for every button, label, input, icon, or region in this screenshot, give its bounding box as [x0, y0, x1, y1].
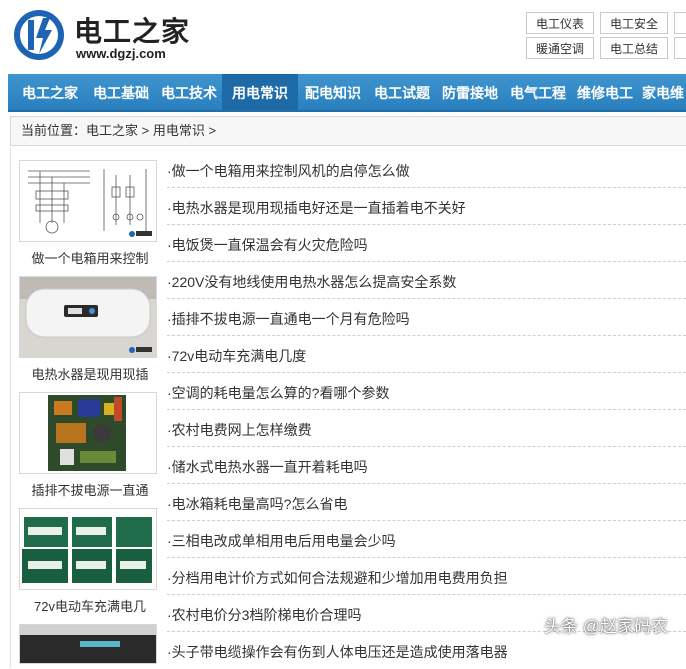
article-link[interactable]: ·220V没有地线使用电热水器怎么提高安全系数 [167, 262, 686, 299]
nav-item-exams[interactable]: 电工试题 [368, 74, 436, 110]
thumbnail-image [20, 625, 156, 663]
thumbnail-caption[interactable]: 电热水器是现用现插 [15, 364, 165, 383]
main-nav: 电工之家 电工基础 电工技术 用电常识 配电知识 电工试题 防雷接地 电气工程 … [8, 74, 686, 112]
top-link-instruments[interactable]: 电工仪表 [526, 12, 594, 34]
breadcrumb-separator: > [204, 123, 217, 138]
thumbnail-next[interactable] [19, 624, 157, 664]
nav-item-distribution[interactable]: 配电知识 [300, 74, 366, 110]
article-link[interactable]: ·电饭煲一直保温会有火灾危险吗 [167, 225, 686, 262]
site-name: 电工之家 [74, 16, 191, 47]
article-link[interactable]: ·农村电费网上怎样缴费 [167, 410, 686, 447]
thumbnail-circuit-diagram[interactable] [19, 160, 157, 242]
article-link[interactable]: ·插排不拔电源一直通电一个月有危险吗 [167, 299, 686, 336]
top-link-safety[interactable]: 电工安全 [600, 12, 668, 34]
site-url: www.dgzj.com [76, 46, 166, 61]
nav-item-appliances[interactable]: 家电维 [642, 74, 686, 110]
circuit-diagram-image [20, 161, 156, 241]
logo-icon [14, 10, 64, 60]
breadcrumb-home[interactable]: 电工之家 [86, 123, 138, 138]
thumbnail-caption[interactable]: 插排不拔电源一直通 [15, 480, 165, 499]
nav-item-home[interactable]: 电工之家 [14, 74, 86, 110]
nav-item-lightning[interactable]: 防雷接地 [436, 74, 504, 110]
breadcrumb-current[interactable]: 用电常识 [153, 123, 205, 138]
top-link-summary[interactable]: 电工总结 [600, 37, 668, 59]
article-link[interactable]: ·做一个电箱用来控制风机的启停怎么做 [167, 151, 686, 188]
nav-item-maintenance[interactable]: 维修电工 [572, 74, 638, 110]
nav-item-basics[interactable]: 电工基础 [86, 74, 156, 110]
watermark: 头条 @赵家码农 [544, 617, 668, 636]
power-strip-image [20, 393, 156, 473]
water-heater-image [20, 277, 156, 357]
thumbnail-battery[interactable] [19, 508, 157, 590]
thumbnail-water-heater[interactable] [19, 276, 157, 358]
site-logo[interactable]: 电工之家 www.dgzj.com [12, 6, 192, 68]
article-link[interactable]: ·头子带电缆操作会有伤到人体电压还是造成使用落电器 [167, 632, 686, 669]
content-area: 做一个电箱用来控制 电热水器是现用现插 插排不拔电源一直通 72v电动车充满电几… [10, 148, 686, 668]
top-link-extra-2[interactable] [674, 37, 686, 59]
breadcrumb: 当前位置：电工之家 > 用电常识 > [10, 116, 686, 146]
article-link[interactable]: ·三相电改成单相用电后用电量会少吗 [167, 521, 686, 558]
thumbnail-caption[interactable]: 72v电动车充满电几 [15, 596, 165, 615]
article-link[interactable]: ·分档用电计价方式如何合法规避和少增加用电费用负担 [167, 558, 686, 595]
article-link[interactable]: ·72v电动车充满电几度 [167, 336, 686, 373]
nav-item-technology[interactable]: 电工技术 [156, 74, 222, 110]
thumbnail-power-strip[interactable] [19, 392, 157, 474]
breadcrumb-separator: > [138, 123, 153, 138]
thumbnail-caption[interactable]: 做一个电箱用来控制 [15, 248, 165, 267]
top-link-extra[interactable] [674, 12, 686, 34]
top-link-hvac[interactable]: 暖通空调 [526, 37, 594, 59]
nav-item-electricity-tips[interactable]: 用电常识 [222, 74, 298, 110]
article-link[interactable]: ·电热水器是现用现插电好还是一直插着电不关好 [167, 188, 686, 225]
breadcrumb-label: 当前位置： [21, 123, 87, 138]
article-link[interactable]: ·储水式电热水器一直开着耗电吗 [167, 447, 686, 484]
battery-image [20, 509, 156, 589]
nav-item-engineering[interactable]: 电气工程 [504, 74, 572, 110]
article-link[interactable]: ·电冰箱耗电量高吗?怎么省电 [167, 484, 686, 521]
article-link[interactable]: ·空调的耗电量怎么算的?看哪个参数 [167, 373, 686, 410]
